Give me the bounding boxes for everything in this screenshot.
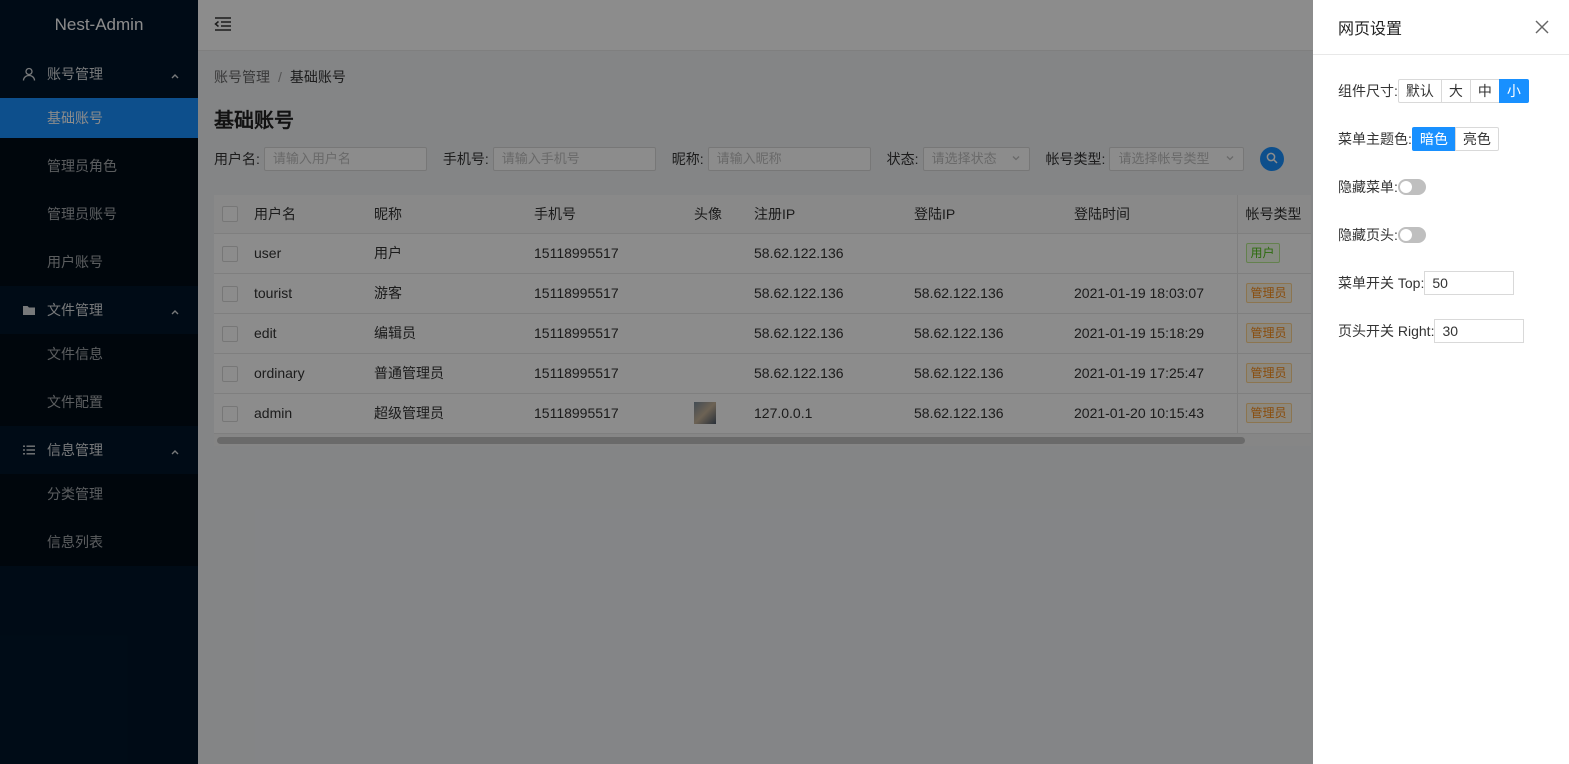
setting-hide-menu: 隐藏菜单: <box>1338 175 1569 199</box>
theme-option[interactable]: 亮色 <box>1454 127 1499 151</box>
switch-knob <box>1399 229 1412 241</box>
setting-label: 隐藏页头: <box>1338 227 1398 243</box>
size-option[interactable]: 小 <box>1498 79 1529 103</box>
menu-top-input[interactable]: 50 <box>1424 271 1515 295</box>
hide-menu-switch[interactable] <box>1397 179 1426 195</box>
setting-label: 隐藏菜单: <box>1338 179 1398 195</box>
drawer-mask[interactable] <box>0 0 1313 764</box>
close-icon[interactable] <box>1535 20 1549 34</box>
size-option[interactable]: 大 <box>1440 79 1471 103</box>
setting-hide-header: 隐藏页头: <box>1338 223 1569 247</box>
setting-menu-top: 菜单开关 Top: 50 <box>1338 271 1569 295</box>
theme-option[interactable]: 暗色 <box>1411 127 1456 151</box>
setting-label: 菜单主题色: <box>1338 131 1412 147</box>
header-right-input[interactable]: 30 <box>1434 319 1525 343</box>
setting-header-right: 页头开关 Right: 30 <box>1338 319 1569 343</box>
theme-radio-group: 暗色 亮色 <box>1411 127 1499 151</box>
settings-drawer: 网页设置 组件尺寸: 默认大中小 菜单主题色: 暗色 亮色 隐藏菜单: 隐藏页头:… <box>1313 0 1569 764</box>
setting-size: 组件尺寸: 默认大中小 <box>1338 79 1569 103</box>
switch-knob <box>1399 181 1412 193</box>
setting-label: 菜单开关 Top: <box>1338 275 1425 291</box>
size-radio-group: 默认大中小 <box>1397 79 1529 103</box>
drawer-body: 组件尺寸: 默认大中小 菜单主题色: 暗色 亮色 隐藏菜单: 隐藏页头: 菜单开关… <box>1313 55 1569 343</box>
drawer-title: 网页设置 <box>1338 21 1403 38</box>
drawer-header: 网页设置 <box>1313 0 1569 55</box>
setting-theme: 菜单主题色: 暗色 亮色 <box>1338 127 1569 151</box>
setting-label: 页头开关 Right: <box>1338 323 1435 339</box>
size-option[interactable]: 默认 <box>1397 79 1442 103</box>
app-root: Nest-Admin 账号管理 基础账号 管理员角色 管理员账号 用户账号 文件… <box>0 0 1569 764</box>
hide-header-switch[interactable] <box>1397 227 1426 243</box>
setting-label: 组件尺寸: <box>1338 83 1398 99</box>
size-option[interactable]: 中 <box>1469 79 1500 103</box>
